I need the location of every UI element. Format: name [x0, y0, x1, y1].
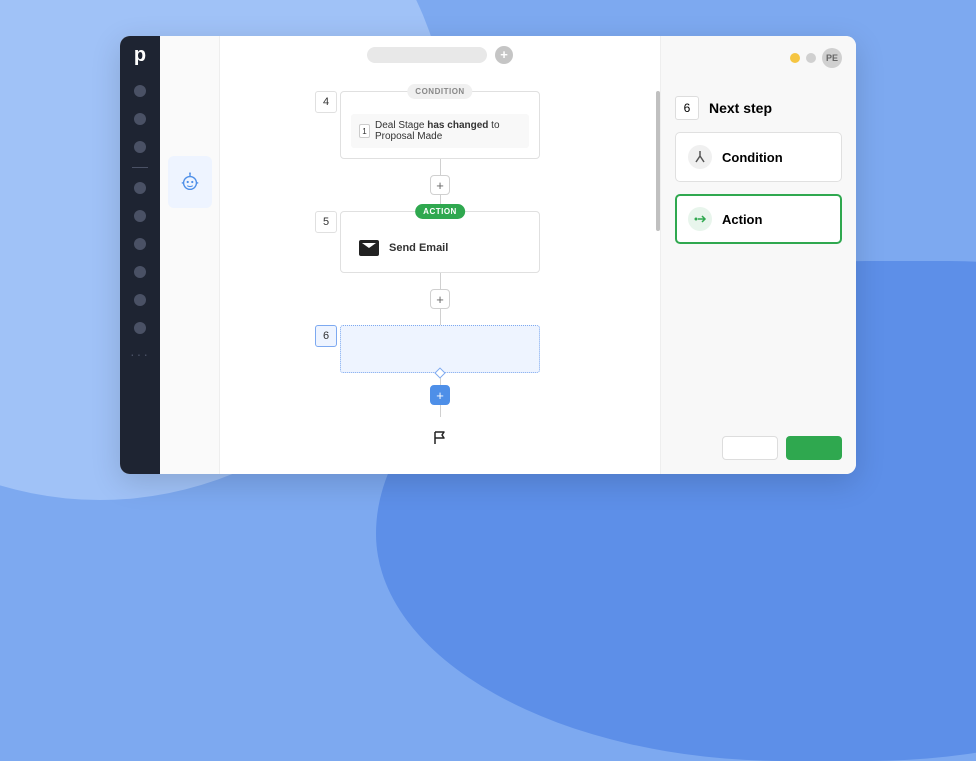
add-step-button[interactable]: + [430, 289, 450, 309]
option-condition[interactable]: Condition [675, 132, 842, 182]
add-step-primary-button[interactable]: + [430, 385, 450, 405]
action-node[interactable]: 5 ACTION Send Email [340, 211, 540, 273]
search-input[interactable] [367, 47, 487, 63]
end-flag-icon [431, 429, 449, 447]
flow-column: 4 CONDITION 1 Deal Stage has changed to … [315, 91, 565, 447]
add-step-button[interactable]: + [430, 175, 450, 195]
condition-text: Deal Stage [375, 120, 427, 131]
nav-item[interactable] [134, 113, 146, 125]
action-pill: ACTION [415, 204, 465, 219]
step-number: 5 [315, 211, 337, 233]
topbar: + [220, 46, 660, 64]
nav-item[interactable] [134, 85, 146, 97]
confirm-button[interactable] [786, 436, 842, 460]
header-controls: PE [790, 48, 842, 68]
status-dot[interactable] [790, 53, 800, 63]
nav-item[interactable] [134, 322, 146, 334]
condition-pill: CONDITION [407, 84, 472, 99]
more-icon[interactable]: ··· [130, 346, 150, 362]
step-number: 4 [315, 91, 337, 113]
status-dot[interactable] [806, 53, 816, 63]
main-nav-rail: p ··· [120, 36, 160, 474]
condition-bold: has changed [427, 120, 488, 131]
condition-content: 1 Deal Stage has changed to Proposal Mad… [351, 114, 529, 148]
step-number: 6 [675, 96, 699, 120]
condition-node[interactable]: 4 CONDITION 1 Deal Stage has changed to … [340, 91, 540, 159]
nav-item[interactable] [134, 238, 146, 250]
connector-line [440, 405, 441, 417]
panel-header: 6 Next step [675, 96, 842, 120]
app-window: p ··· + [120, 36, 856, 474]
option-action[interactable]: Action [675, 194, 842, 244]
placeholder-node[interactable]: 6 [340, 325, 540, 373]
workflow-canvas[interactable]: + 4 CONDITION 1 Deal Stage has changed t… [220, 36, 660, 474]
logo: p [134, 44, 146, 67]
automation-tool[interactable] [168, 156, 212, 208]
side-panel: PE 6 Next step Condition Action [660, 36, 856, 474]
connector-line [440, 273, 441, 289]
add-button[interactable]: + [495, 46, 513, 64]
mail-icon [359, 240, 379, 256]
divider [132, 167, 148, 168]
step-number: 6 [315, 325, 337, 347]
nav-item[interactable] [134, 182, 146, 194]
action-content: Send Email [351, 234, 529, 262]
nav-item[interactable] [134, 210, 146, 222]
tool-rail [160, 36, 220, 474]
robot-icon [179, 171, 201, 193]
avatar[interactable]: PE [822, 48, 842, 68]
branch-icon [688, 145, 712, 169]
cancel-button[interactable] [722, 436, 778, 460]
connector-line [440, 159, 441, 175]
panel-footer [675, 436, 842, 460]
connector-line [440, 309, 441, 325]
nav-item[interactable] [134, 141, 146, 153]
option-label: Condition [722, 150, 783, 165]
condition-index: 1 [359, 124, 370, 138]
nav-item[interactable] [134, 266, 146, 278]
action-icon [688, 207, 712, 231]
option-label: Action [722, 212, 762, 227]
nav-item[interactable] [134, 294, 146, 306]
panel-title: Next step [709, 100, 772, 116]
action-label: Send Email [389, 242, 448, 254]
